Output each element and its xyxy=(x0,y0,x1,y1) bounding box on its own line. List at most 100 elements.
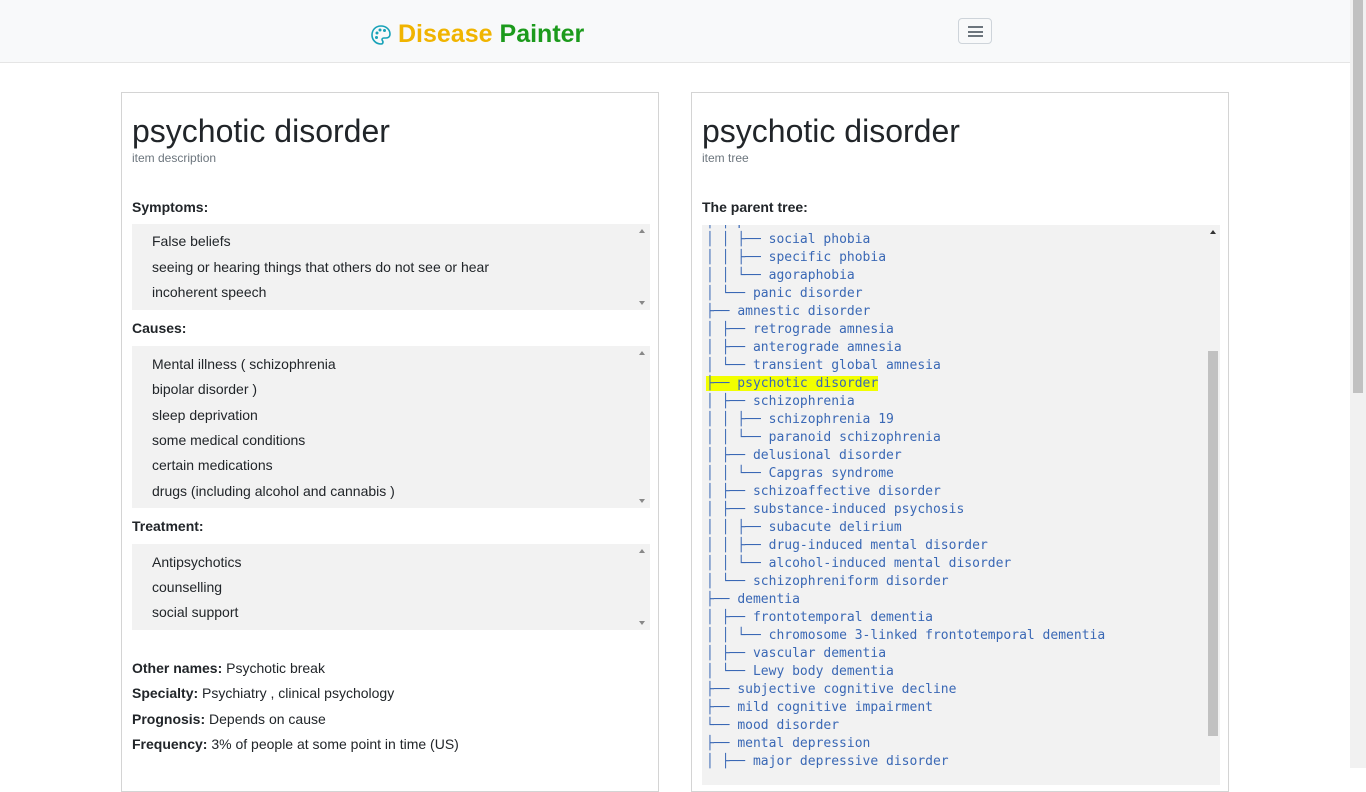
tree-node[interactable]: │ └── Lewy body dementia xyxy=(706,663,894,681)
brand-link[interactable]: Disease Painter xyxy=(370,20,584,49)
parent-tree-box[interactable]: │ │ phobic disorder│ │ ├── social phobia… xyxy=(702,225,1220,785)
tree-node[interactable]: │ ├── frontotemporal dementia xyxy=(706,609,933,627)
tree-node-label: mood disorder xyxy=(737,718,840,733)
tree-node-label: schizophrenia xyxy=(752,394,855,409)
menu-toggle-button[interactable] xyxy=(958,18,992,44)
hamburger-menu-icon xyxy=(968,26,983,28)
page-scrollbar[interactable] xyxy=(1350,0,1366,768)
specialty-row: Specialty: Psychiatry , clinical psychol… xyxy=(132,685,394,701)
symptoms-scrollbar[interactable] xyxy=(634,224,650,310)
description-card: psychotic disorder item description Symp… xyxy=(121,92,659,792)
tree-title: psychotic disorder xyxy=(702,113,960,149)
tree-node[interactable]: │ └── panic disorder xyxy=(706,285,863,303)
tree-node-label: schizophreniform disorder xyxy=(752,574,949,589)
tree-node-label: anterograde amnesia xyxy=(752,340,902,355)
tree-node[interactable]: ├── dementia xyxy=(706,591,800,609)
tree-node[interactable]: │ ├── substance-induced psychosis xyxy=(706,501,964,519)
tree-node-label: Capgras syndrome xyxy=(768,466,894,481)
symptoms-list[interactable]: False beliefs seeing or hearing things t… xyxy=(132,224,650,310)
tree-node-label: schizophrenia 19 xyxy=(768,412,894,427)
tree-node-label: mild cognitive impairment xyxy=(737,700,933,715)
tree-node[interactable]: │ ├── major depressive disorder xyxy=(706,753,949,771)
tree-node-label: alcohol-induced mental disorder xyxy=(768,556,1012,571)
tree-node-label: drug-induced mental disorder xyxy=(768,538,988,553)
tree-node[interactable]: ├── subjective cognitive decline xyxy=(706,681,956,699)
cause-item: Mental illness ( schizophrenia xyxy=(152,356,336,372)
tree-node[interactable]: └── mood disorder xyxy=(706,717,839,735)
cause-item: sleep deprivation xyxy=(152,407,258,423)
tree-node-current: ├── psychotic disorder xyxy=(706,376,879,391)
brand-word-painter: Painter xyxy=(499,20,585,48)
tree-node-label: subacute delirium xyxy=(768,520,902,535)
tree-node[interactable]: │ ├── schizophrenia xyxy=(706,393,855,411)
tree-node[interactable]: │ │ ├── schizophrenia 19 xyxy=(706,411,894,429)
causes-list[interactable]: Mental illness ( schizophrenia bipolar d… xyxy=(132,346,650,508)
causes-scrollbar[interactable] xyxy=(634,346,650,508)
tree-node[interactable]: │ ├── vascular dementia xyxy=(706,645,886,663)
frequency-value: 3% of people at some point in time (US) xyxy=(211,736,459,752)
tree-subtitle: item tree xyxy=(702,151,749,165)
tree-node[interactable]: │ │ └── Capgras syndrome xyxy=(706,465,894,483)
navbar: Disease Painter xyxy=(0,0,1350,63)
prognosis-label: Prognosis: xyxy=(132,711,206,727)
tree-node[interactable]: │ │ └── alcohol-induced mental disorder xyxy=(706,555,1011,573)
tree-node-label: schizoaffective disorder xyxy=(752,484,941,499)
tree-scroll-thumb[interactable] xyxy=(1208,351,1218,736)
treatment-scrollbar[interactable] xyxy=(634,544,650,630)
tree-scrollbar[interactable] xyxy=(1206,225,1220,785)
tree-node[interactable]: │ │ └── paranoid schizophrenia xyxy=(706,429,941,447)
tree-node[interactable]: │ │ └── agoraphobia xyxy=(706,267,855,285)
tree-node-label: agoraphobia xyxy=(768,268,855,283)
prognosis-value: Depends on cause xyxy=(209,711,326,727)
symptom-item: seeing or hearing things that others do … xyxy=(152,259,489,275)
frequency-row: Frequency: 3% of people at some point in… xyxy=(132,736,459,752)
tree-node[interactable]: ├── psychotic disorder xyxy=(706,375,879,393)
tree-node[interactable]: ├── mental depression xyxy=(706,735,870,753)
page-scroll-thumb[interactable] xyxy=(1353,0,1363,393)
tree-node[interactable]: │ └── schizophreniform disorder xyxy=(706,573,949,591)
frequency-label: Frequency: xyxy=(132,736,208,752)
cause-item: certain medications xyxy=(152,457,273,473)
treatment-item: counselling xyxy=(152,579,223,595)
tree-node-label: dementia xyxy=(737,592,800,607)
tree-node[interactable]: │ ├── schizoaffective disorder xyxy=(706,483,941,501)
tree-node-label: substance-induced psychosis xyxy=(752,502,965,517)
tree-node[interactable]: │ ├── delusional disorder xyxy=(706,447,902,465)
treatment-label: Treatment: xyxy=(132,518,204,534)
tree-node-label: chromosome 3-linked frontotemporal demen… xyxy=(768,628,1106,643)
cause-item: drugs (including alcohol and cannabis ) xyxy=(152,483,395,499)
tree-node[interactable]: │ │ ├── subacute delirium xyxy=(706,519,902,537)
tree-node[interactable]: │ ├── retrograde amnesia xyxy=(706,321,894,339)
tree-node[interactable]: ├── amnestic disorder xyxy=(706,303,870,321)
other-names-label: Other names: xyxy=(132,660,223,676)
causes-label: Causes: xyxy=(132,320,187,336)
other-names-value: Psychotic break xyxy=(226,660,325,676)
brand-word-disease: Disease xyxy=(398,20,493,48)
tree-node[interactable]: │ │ ├── social phobia xyxy=(706,231,870,249)
tree-node-label: frontotemporal dementia xyxy=(752,610,933,625)
tree-node-label: specific phobia xyxy=(768,250,887,265)
tree-node-label: transient global amnesia xyxy=(752,358,941,373)
specialty-label: Specialty: xyxy=(132,685,199,701)
treatment-item: Antipsychotics xyxy=(152,554,242,570)
tree-node[interactable]: │ │ ├── drug-induced mental disorder xyxy=(706,537,988,555)
scroll-up-icon xyxy=(1210,230,1216,234)
tree-node-label: social phobia xyxy=(768,232,871,247)
tree-node-label: panic disorder xyxy=(752,286,863,301)
cause-item: some medical conditions xyxy=(152,432,306,448)
specialty-value: Psychiatry , clinical psychology xyxy=(202,685,395,701)
tree-card: psychotic disorder item tree The parent … xyxy=(691,92,1229,792)
tree-node-label: vascular dementia xyxy=(752,646,887,661)
tree-node[interactable]: │ │ ├── specific phobia xyxy=(706,249,886,267)
tree-node[interactable]: │ │ └── chromosome 3-linked frontotempor… xyxy=(706,627,1105,645)
tree-node[interactable]: │ └── transient global amnesia xyxy=(706,357,941,375)
symptom-item: False beliefs xyxy=(152,233,231,249)
symptoms-label: Symptoms: xyxy=(132,199,209,215)
tree-node-label: retrograde amnesia xyxy=(752,322,894,337)
tree-node[interactable]: ├── mild cognitive impairment xyxy=(706,699,933,717)
tree-node[interactable]: │ ├── anterograde amnesia xyxy=(706,339,902,357)
tree-node-label: delusional disorder xyxy=(752,448,902,463)
tree-node-label: Lewy body dementia xyxy=(752,664,894,679)
treatment-list[interactable]: Antipsychotics counselling social suppor… xyxy=(132,544,650,630)
tree-node-label: paranoid schizophrenia xyxy=(768,430,941,445)
